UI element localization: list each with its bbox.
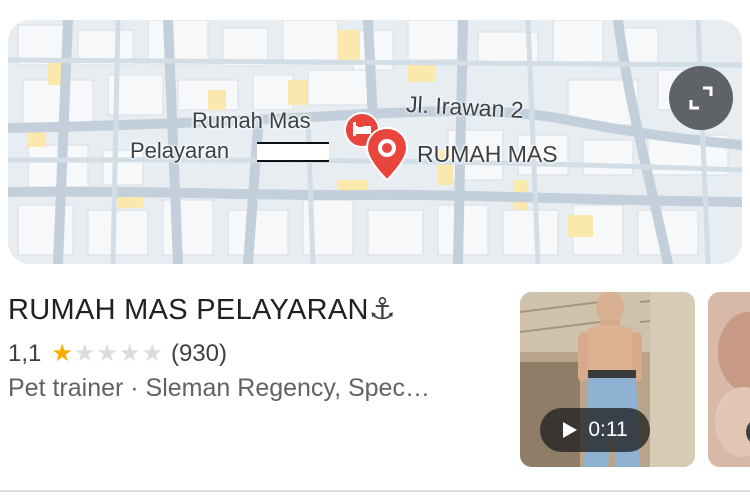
star-empty-icon: ★ bbox=[96, 340, 118, 367]
place-title-text: RUMAH MAS PELAYARAN bbox=[8, 294, 369, 326]
expand-icon bbox=[689, 86, 713, 110]
redaction-bar bbox=[257, 142, 329, 162]
anchor-icon: ⚓ bbox=[368, 293, 396, 326]
review-count: (930) bbox=[170, 340, 227, 367]
pin-label: RUMAH MAS bbox=[417, 141, 558, 167]
photo-image bbox=[708, 292, 750, 467]
rating-row[interactable]: 1,1 ★ ★ ★ ★ ★ (930) bbox=[8, 340, 227, 368]
star-empty-icon: ★ bbox=[118, 340, 141, 367]
star-filled-icon: ★ bbox=[51, 340, 73, 367]
star-empty-icon: ★ bbox=[73, 340, 96, 367]
poi-label-line1: Rumah Mas bbox=[192, 108, 311, 133]
star-rating: ★ ★ ★ ★ ★ bbox=[51, 342, 163, 366]
rating-value: 1,1 bbox=[8, 340, 42, 367]
place-title[interactable]: RUMAH MAS PELAYARAN⚓ bbox=[8, 292, 396, 327]
play-icon bbox=[563, 422, 578, 438]
photo-thumbnail[interactable] bbox=[708, 292, 750, 467]
location-pin-icon[interactable] bbox=[364, 126, 410, 182]
map-preview[interactable]: Jl. Irawan 2 Rumah Mas Pelayaran RUMAH M… bbox=[8, 20, 742, 264]
category-location: Pet trainer · Sleman Regency, Spec… bbox=[8, 374, 430, 402]
bottom-divider bbox=[0, 490, 750, 492]
video-duration-badge[interactable]: 0:11 bbox=[540, 408, 650, 452]
expand-map-button[interactable] bbox=[669, 66, 733, 130]
video-duration: 0:11 bbox=[588, 418, 628, 441]
poi-label-line2: Pelayaran bbox=[130, 138, 230, 163]
star-empty-icon: ★ bbox=[141, 340, 163, 367]
